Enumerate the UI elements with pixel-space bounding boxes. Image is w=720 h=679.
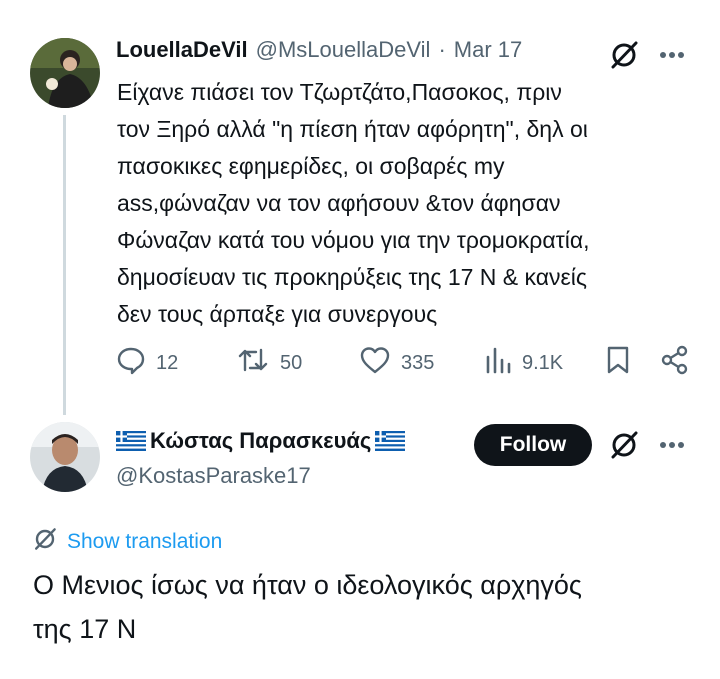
greek-flag-icon	[116, 431, 146, 451]
bookmark-icon[interactable]	[606, 345, 630, 375]
like-button[interactable]: 335	[359, 345, 434, 381]
reply-text-line: Ο Μενιος ίσως να ήταν ο ιδεολογικός αρχη…	[33, 570, 582, 600]
tweet-text-line: Φώναζαν κατά του νόμου για την τρομοκρατ…	[117, 227, 590, 253]
more-icon[interactable]	[655, 430, 689, 460]
show-translation-label: Show translation	[67, 530, 223, 553]
more-icon[interactable]	[655, 40, 689, 70]
show-translation-link[interactable]: Show translation	[33, 527, 222, 557]
grok-icon[interactable]	[607, 428, 641, 462]
greek-flag-icon	[375, 431, 406, 451]
user-handle[interactable]: @MsLouellaDeVil	[256, 37, 431, 63]
tweet-text: Είχανε πιάσει τον Τζωρτζάτο,Πασοκος, πρι…	[117, 74, 697, 333]
tweet-text-line: δεν τους άρπαξε για συνεργους	[117, 301, 438, 327]
reply-icon	[116, 345, 146, 381]
repost-icon	[236, 345, 270, 381]
avatar[interactable]	[30, 422, 100, 492]
reply-user-handle[interactable]: @KostasParaske17	[116, 463, 311, 489]
reply-text: Ο Μενιος ίσως να ήταν ο ιδεολογικός αρχη…	[33, 563, 693, 651]
tweet-date[interactable]: Mar 17	[454, 37, 522, 63]
grok-icon[interactable]	[607, 38, 641, 72]
heart-icon	[359, 345, 391, 381]
reply-count: 12	[156, 351, 179, 374]
follow-button[interactable]: Follow	[474, 424, 592, 466]
reply-button[interactable]: 12	[116, 345, 178, 381]
reply-text-line: της 17 Ν	[33, 614, 137, 644]
dot-separator: ·	[438, 37, 446, 62]
reply-display-name[interactable]: Κώστας Παρασκευάς	[116, 428, 406, 454]
views-count: 9.1K	[522, 351, 564, 374]
tweet-text-line: πασοκικες εφημερίδες, οι σοβαρές my	[117, 153, 505, 179]
repost-button[interactable]: 50	[236, 345, 302, 381]
tweet-text-line: δημοσίευαν τις προκηρύξεις της 17 Ν & κα…	[117, 264, 587, 290]
grok-icon	[33, 527, 57, 557]
avatar[interactable]	[30, 38, 100, 108]
tweet-header: LouellaDeVil @MsLouellaDeVil · Mar 17	[116, 37, 522, 63]
views-icon	[484, 345, 512, 381]
views-button[interactable]: 9.1K	[484, 345, 563, 381]
reply-name-text: Κώστας Παρασκευάς	[150, 428, 372, 453]
display-name[interactable]: LouellaDeVil	[116, 37, 248, 63]
repost-count: 50	[280, 351, 303, 374]
action-bar: 12 50 335 9.1K	[116, 345, 696, 381]
tweet-text-line: Είχανε πιάσει τον Τζωρτζάτο,Πασοκος, πρι…	[117, 79, 562, 105]
like-count: 335	[401, 351, 435, 374]
share-icon[interactable]	[660, 345, 690, 375]
tweet-text-line: τον Ξηρό αλλά "η πίεση ήταν αφόρητη", δη…	[117, 116, 588, 142]
thread-line	[63, 115, 66, 415]
tweet-text-line: ass,φώναζαν να τον αφήσουν &τον άφησαν	[117, 190, 561, 216]
